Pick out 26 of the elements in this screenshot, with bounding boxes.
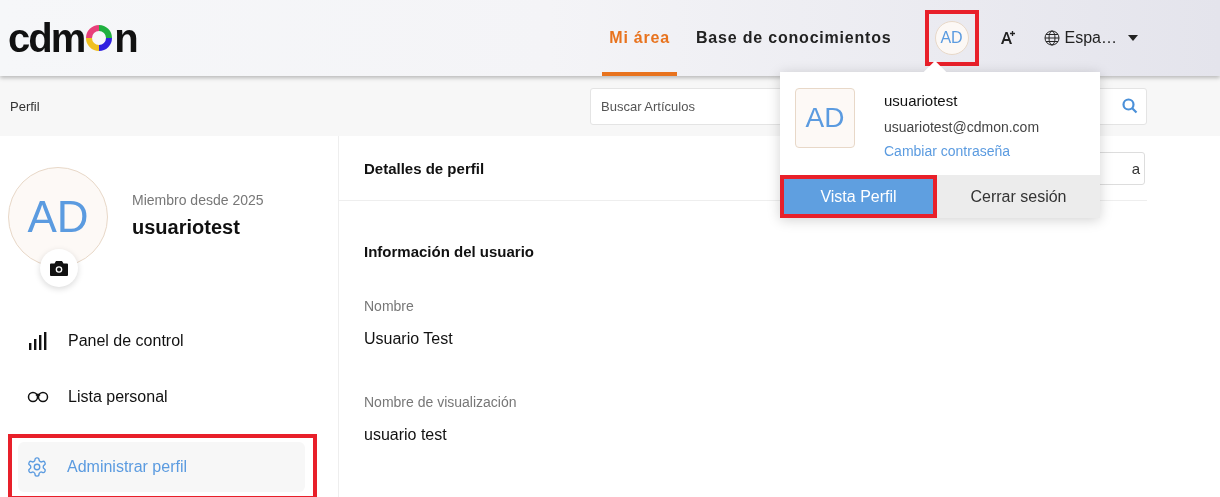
search-icon[interactable] (1122, 97, 1138, 114)
bar-chart-icon (28, 331, 48, 351)
dropdown-username: usuariotest (884, 92, 959, 109)
username: usuariotest (132, 216, 241, 239)
camera-icon (50, 260, 68, 276)
section-title: Información del usuario (364, 243, 536, 260)
language-selector[interactable]: Espa… (1043, 0, 1138, 76)
breadcrumb: Perfil (10, 98, 40, 114)
logout-button[interactable]: Cerrar sesión (937, 175, 1100, 218)
glasses-icon (27, 391, 49, 403)
field-value: Usuario Test (364, 330, 454, 348)
dropdown-email: usuariotest@cdmon.com (884, 119, 1040, 135)
camera-button[interactable] (40, 249, 78, 287)
sidebar-item[interactable]: Panel de control (8, 322, 317, 360)
field-label: Nombre (364, 298, 415, 314)
sidebar-item[interactable]: Lista personal (8, 378, 317, 416)
panel-title: Detalles de perfil (364, 159, 485, 177)
member-since: Miembro desde 2025 (132, 192, 264, 208)
field-value: usuario test (364, 426, 448, 444)
field-label: Nombre de visualización (364, 394, 518, 410)
dropdown-avatar: AD (795, 88, 855, 148)
gear-icon (26, 456, 48, 478)
caret-icon (1128, 35, 1138, 41)
logo[interactable]: cdm n (8, 18, 137, 58)
globe-icon (1043, 30, 1060, 46)
nav-tab[interactable]: Base de conocimientos (689, 0, 899, 76)
